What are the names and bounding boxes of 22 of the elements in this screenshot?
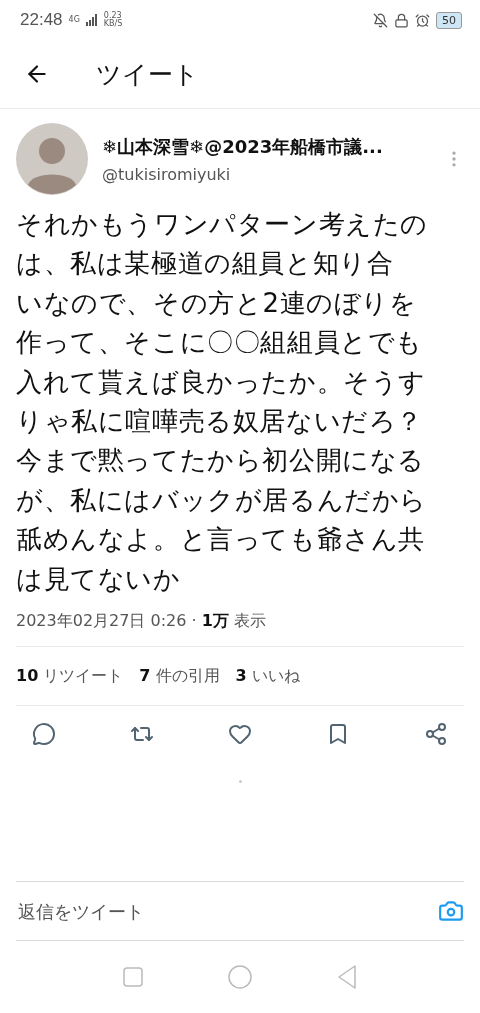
bell-off-icon — [373, 12, 388, 28]
share-icon[interactable] — [424, 722, 448, 747]
avatar[interactable] — [16, 123, 88, 195]
stat-count[interactable]: 3 いいね — [235, 665, 300, 687]
battery-level: 50 — [436, 11, 462, 29]
stat-count[interactable]: 10 リツイート — [16, 665, 124, 687]
tweet-text: それかもうワンパターン考えたの は、私は某極道の組員と知り合 いなので、その方と2連のぼりを 作って、そこに〇〇組組員とでも 入れて貰えば良かったか。そうす りゃ私に喧嘩売る奴居ないだろ？ 今まで黙ってたから初公開になる が、私にはバックが居るんだから 舐めんなよ。と言っても爺さん共 は見てないか — [16, 208, 429, 596]
camera-icon[interactable] — [438, 898, 464, 924]
lock-icon — [394, 12, 409, 28]
tweet-timestamp: 2023年02月27日 0:26 · 1万 表示 — [16, 611, 267, 633]
speed-unit: KB/S — [103, 20, 123, 28]
page-title: ツイート — [96, 58, 199, 91]
reply-icon[interactable] — [32, 722, 56, 747]
network-label: 4G — [68, 16, 80, 24]
signal-icon — [85, 14, 98, 26]
user-handle[interactable]: @tukisiromiyuki — [102, 164, 430, 184]
status-time: 22:48 — [20, 10, 63, 30]
alarm-icon — [415, 12, 430, 28]
speed-value: 0.23 — [103, 12, 123, 20]
heart-icon[interactable] — [228, 722, 252, 747]
display-name[interactable]: ❄山本深雪❄@2023年船橋市議... — [102, 134, 430, 159]
stat-count[interactable]: 7 件の引用 — [139, 665, 220, 687]
